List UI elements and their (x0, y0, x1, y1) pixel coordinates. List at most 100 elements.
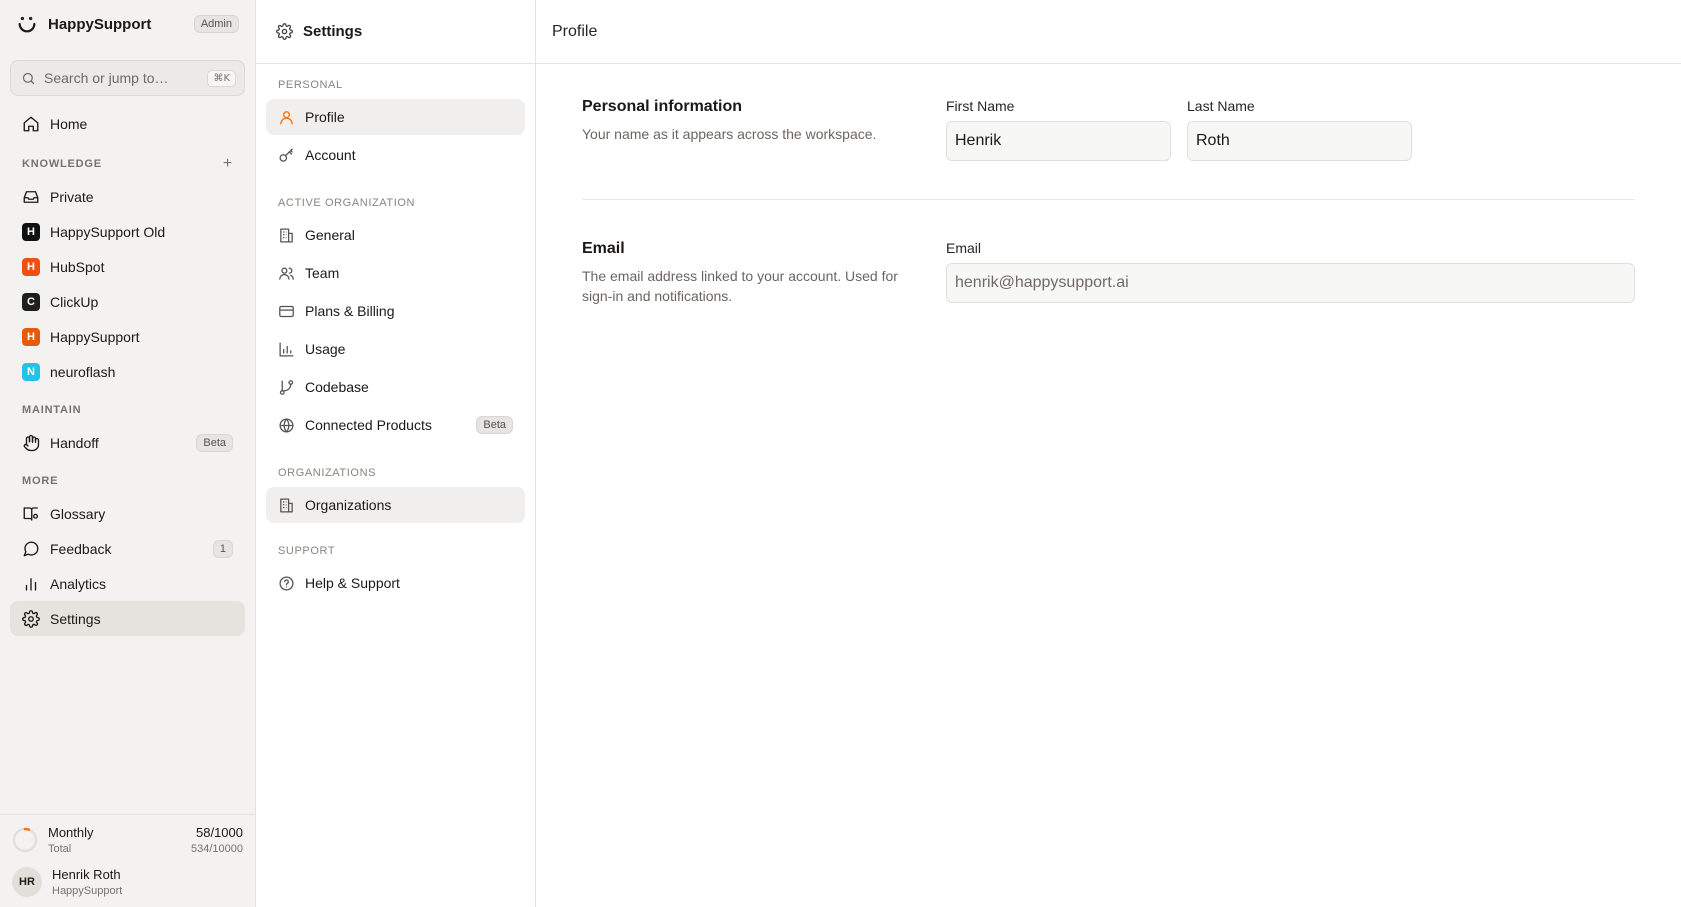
gear-icon (276, 23, 293, 40)
nav-knowledge-label: neuroflash (50, 363, 116, 380)
nav-handoff[interactable]: Handoff Beta (10, 425, 245, 460)
nav-home[interactable]: Home (10, 106, 245, 141)
personal-info-section: Personal information Your name as it app… (582, 98, 1635, 161)
email-heading: Email (582, 240, 625, 257)
nav-knowledge-hubspot[interactable]: H HubSpot (10, 249, 245, 284)
email-field: Email henrik@happysupport.ai (946, 240, 1635, 306)
role-badge: Admin (193, 15, 239, 33)
search-shortcut: ⌘K (207, 69, 236, 87)
user-org: HappySupport (52, 885, 123, 897)
usage-value: 58/1000 (196, 825, 243, 840)
search-icon (21, 71, 36, 86)
nav-settings-label: Settings (50, 610, 101, 627)
add-knowledge-icon[interactable]: + (223, 155, 233, 173)
nav-knowledge-private[interactable]: Private (10, 179, 245, 214)
nav-knowledge-happysupport-old[interactable]: H HappySupport Old (10, 214, 245, 249)
settings-nav-general[interactable]: General (266, 217, 525, 253)
settings-nav-usage[interactable]: Usage (266, 331, 525, 367)
workspace-icon: H (22, 257, 40, 276)
section-divider (582, 199, 1635, 200)
user-menu[interactable]: HR Henrik Roth HappySupport (0, 861, 255, 907)
usage-title: Monthly (48, 825, 94, 840)
users-icon (278, 265, 295, 282)
nav-settings[interactable]: Settings (10, 601, 245, 636)
usage-sub: Total (48, 843, 72, 855)
more-section: MORE (0, 466, 255, 496)
email-section: Email The email address linked to your a… (582, 240, 1635, 306)
email-input[interactable]: henrik@happysupport.ai (946, 263, 1635, 303)
personal-section-title: PERSONAL (278, 79, 343, 91)
nav-knowledge-clickup[interactable]: C ClickUp (10, 284, 245, 319)
feedback-count-badge: 1 (212, 539, 233, 558)
search-box[interactable]: Search or jump to… ⌘K (10, 60, 245, 96)
nav-knowledge-neuroflash[interactable]: N neuroflash (10, 354, 245, 389)
support-section-title: SUPPORT (278, 545, 336, 557)
building-icon (278, 497, 295, 514)
page-header: Profile (536, 0, 1681, 64)
chart-icon (278, 341, 295, 358)
settings-nav-label: Connected Products (305, 417, 432, 433)
last-name-field: Last Name Roth (1187, 98, 1412, 161)
key-icon (278, 147, 295, 164)
maintain-section: MAINTAIN (0, 395, 255, 425)
first-name-input[interactable]: Henrik (946, 121, 1171, 161)
settings-nav-label: Codebase (305, 379, 369, 395)
personal-info-description: Your name as it appears across the works… (582, 126, 877, 142)
nav-glossary-label: Glossary (50, 505, 106, 522)
nav-knowledge-label: HubSpot (50, 258, 105, 275)
beta-badge: Beta (196, 433, 233, 452)
app-sidebar: HappySupport Admin Search or jump to… ⌘K… (0, 0, 256, 907)
nav-analytics[interactable]: Analytics (10, 566, 245, 601)
profile-form: Personal information Your name as it app… (536, 64, 1681, 340)
beta-badge: Beta (476, 416, 513, 434)
settings-nav-label: Help & Support (305, 575, 400, 591)
gear-icon (22, 609, 40, 628)
hand-icon (22, 434, 40, 452)
more-title: MORE (22, 475, 59, 487)
inbox-icon (22, 188, 40, 206)
settings-nav: Settings PERSONAL Profile Account ACTIVE… (256, 0, 536, 907)
message-circle-icon (22, 540, 40, 558)
knowledge-title: KNOWLEDGE (22, 158, 102, 170)
help-circle-icon (278, 575, 295, 592)
settings-nav-help[interactable]: Help & Support (266, 565, 525, 601)
settings-nav-organizations[interactable]: Organizations (266, 487, 525, 523)
settings-nav-profile[interactable]: Profile (266, 99, 525, 135)
nav-knowledge-label: HappySupport (50, 328, 140, 345)
brand[interactable]: HappySupport Admin (0, 0, 255, 48)
usage-meter[interactable]: Monthly 58/1000 Total 534/10000 (0, 814, 255, 861)
workspace-icon: C (22, 292, 40, 311)
book-icon (22, 505, 40, 523)
email-label: Email (946, 240, 982, 256)
settings-nav-plans[interactable]: Plans & Billing (266, 293, 525, 329)
nav-feedback-label: Feedback (50, 540, 112, 557)
workspace-icon: H (22, 222, 40, 241)
settings-nav-label: Plans & Billing (305, 303, 395, 319)
brand-name: HappySupport (48, 15, 152, 33)
globe-icon (278, 417, 295, 434)
nav-knowledge-happysupport[interactable]: H HappySupport (10, 319, 245, 354)
nav-knowledge-label: HappySupport Old (50, 223, 166, 240)
avatar: HR (12, 867, 42, 897)
settings-nav-codebase[interactable]: Codebase (266, 369, 525, 405)
smiley-logo-icon (16, 13, 38, 35)
settings-header: Settings (256, 0, 535, 64)
settings-nav-label: Organizations (305, 497, 392, 513)
page-title: Profile (552, 22, 598, 40)
last-name-input[interactable]: Roth (1187, 121, 1412, 161)
settings-nav-connected-products[interactable]: Connected Products Beta (266, 407, 525, 443)
nav-glossary[interactable]: Glossary (10, 496, 245, 531)
credit-card-icon (278, 303, 295, 320)
settings-nav-label: General (305, 227, 355, 243)
bar-chart-icon (22, 575, 40, 593)
settings-nav-account[interactable]: Account (266, 137, 525, 173)
settings-title: Settings (303, 23, 363, 40)
user-icon (278, 109, 295, 126)
nav-analytics-label: Analytics (50, 575, 107, 592)
building-icon (278, 227, 295, 244)
settings-nav-label: Profile (305, 109, 345, 125)
knowledge-section: KNOWLEDGE + (0, 149, 255, 179)
nav-feedback[interactable]: Feedback 1 (10, 531, 245, 566)
settings-nav-team[interactable]: Team (266, 255, 525, 291)
